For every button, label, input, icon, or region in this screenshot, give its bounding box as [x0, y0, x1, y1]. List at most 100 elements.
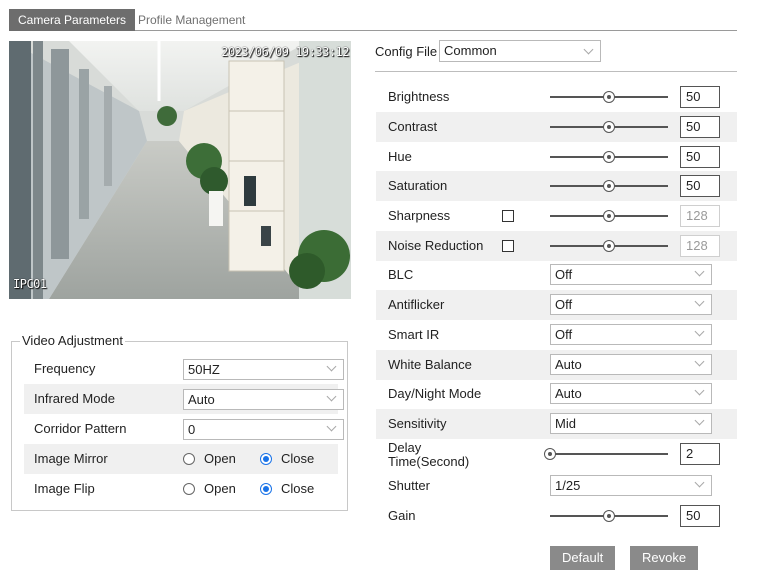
- sharpness-slider[interactable]: [550, 210, 668, 222]
- image-mirror-open-label: Open: [204, 451, 236, 466]
- white-balance-row: White Balance Auto: [376, 350, 737, 380]
- sensitivity-select[interactable]: Mid: [550, 413, 712, 434]
- brightness-row: Brightness 50: [376, 82, 737, 112]
- corridor-scene-image: [9, 41, 351, 299]
- hue-slider[interactable]: [550, 151, 668, 163]
- saturation-row: Saturation 50: [376, 171, 737, 201]
- slider-knob[interactable]: [603, 151, 615, 163]
- saturation-label: Saturation: [388, 178, 448, 193]
- white-balance-select[interactable]: Auto: [550, 354, 712, 375]
- corridor-pattern-row: Corridor Pattern 0: [24, 414, 344, 444]
- default-button[interactable]: Default: [550, 546, 616, 570]
- image-flip-close-radio[interactable]: [260, 483, 272, 495]
- slider-knob[interactable]: [603, 180, 615, 192]
- delay-time-label-line1: Delay: [388, 440, 422, 455]
- video-adjustment-group: Video Adjustment Frequency 50HZ Infrared…: [11, 333, 348, 511]
- frequency-label: Frequency: [34, 361, 96, 376]
- noise-reduction-slider[interactable]: [550, 240, 668, 252]
- white-balance-label: White Balance: [388, 357, 472, 372]
- infrared-mode-select[interactable]: Auto: [183, 389, 344, 410]
- hue-row: Hue 50: [376, 142, 737, 172]
- sharpness-checkbox[interactable]: [502, 210, 514, 222]
- revoke-button[interactable]: Revoke: [630, 546, 699, 570]
- video-adjustment-legend: Video Adjustment: [20, 333, 125, 348]
- gain-slider[interactable]: [550, 510, 668, 522]
- image-flip-close-label: Close: [281, 481, 315, 496]
- image-flip-row: Image Flip Open Close: [24, 474, 338, 504]
- image-flip-label: Image Flip: [34, 481, 95, 496]
- white-balance-value: Auto: [555, 357, 582, 372]
- chevron-down-icon: [583, 44, 594, 55]
- shutter-select[interactable]: 1/25: [550, 475, 712, 496]
- noise-reduction-input[interactable]: 128: [680, 235, 720, 257]
- image-mirror-label: Image Mirror: [34, 451, 108, 466]
- video-preview[interactable]: 2023/06/09 19:33:12 IPC01: [9, 41, 351, 299]
- antiflicker-select[interactable]: Off: [550, 294, 712, 315]
- frequency-select[interactable]: 50HZ: [183, 359, 344, 380]
- slider-knob[interactable]: [603, 240, 615, 252]
- blc-select[interactable]: Off: [550, 264, 712, 285]
- chevron-down-icon: [694, 415, 705, 426]
- image-flip-open-radio[interactable]: [183, 483, 195, 495]
- slider-knob[interactable]: [603, 510, 615, 522]
- chevron-down-icon: [694, 477, 705, 488]
- day-night-mode-value: Auto: [555, 386, 582, 401]
- image-mirror-row: Image Mirror Open Close: [24, 444, 338, 474]
- image-mirror-close-radio[interactable]: [260, 453, 272, 465]
- saturation-input[interactable]: 50: [680, 175, 720, 197]
- blc-label: BLC: [388, 267, 414, 282]
- corridor-pattern-select[interactable]: 0: [183, 419, 344, 440]
- brightness-slider[interactable]: [550, 91, 668, 103]
- image-mirror-open-radio[interactable]: [183, 453, 195, 465]
- day-night-mode-select[interactable]: Auto: [550, 383, 712, 404]
- chevron-down-icon: [326, 361, 337, 372]
- delay-time-slider[interactable]: [544, 448, 668, 460]
- sensitivity-value: Mid: [555, 416, 576, 431]
- delay-time-input[interactable]: 2: [680, 443, 720, 465]
- chevron-down-icon: [694, 356, 705, 367]
- delay-time-label-line2: Time(Second): [388, 454, 470, 469]
- slider-knob[interactable]: [603, 121, 615, 133]
- shutter-label: Shutter: [388, 478, 430, 493]
- brightness-label: Brightness: [388, 89, 450, 104]
- hue-input[interactable]: 50: [680, 146, 720, 168]
- tab-camera-parameters[interactable]: Camera Parameters: [9, 9, 136, 31]
- chevron-down-icon: [694, 266, 705, 277]
- blc-value: Off: [555, 267, 573, 282]
- antiflicker-label: Antiflicker: [388, 297, 445, 312]
- noise-reduction-checkbox[interactable]: [502, 240, 514, 252]
- smart-ir-select[interactable]: Off: [550, 324, 712, 345]
- shutter-row: Shutter 1/25: [376, 471, 737, 501]
- contrast-input[interactable]: 50: [680, 116, 720, 138]
- smart-ir-row: Smart IR Off: [376, 320, 737, 350]
- infrared-mode-label: Infrared Mode: [34, 391, 115, 406]
- image-mirror-close-label: Close: [281, 451, 315, 466]
- slider-knob[interactable]: [603, 91, 615, 103]
- sharpness-row: Sharpness 128: [376, 201, 737, 231]
- sharpness-input[interactable]: 128: [680, 205, 720, 227]
- gain-input[interactable]: 50: [680, 505, 720, 527]
- slider-knob[interactable]: [544, 448, 556, 460]
- smart-ir-label: Smart IR: [388, 327, 440, 342]
- chevron-down-icon: [694, 326, 705, 337]
- contrast-row: Contrast 50: [376, 112, 737, 142]
- delay-time-row: Delay Time(Second) 2: [376, 439, 737, 469]
- saturation-slider[interactable]: [550, 180, 668, 192]
- brightness-input[interactable]: 50: [680, 86, 720, 108]
- corridor-pattern-label: Corridor Pattern: [34, 421, 127, 436]
- config-file-label: Config File: [375, 44, 438, 59]
- slider-knob[interactable]: [603, 210, 615, 222]
- config-file-value: Common: [444, 43, 497, 58]
- sensitivity-row: Sensitivity Mid: [376, 409, 737, 439]
- osd-camera-name: IPC01: [13, 277, 47, 291]
- hue-label: Hue: [388, 149, 412, 164]
- gain-row: Gain 50: [376, 501, 737, 531]
- sharpness-label: Sharpness: [388, 208, 451, 223]
- smart-ir-value: Off: [555, 327, 573, 342]
- day-night-mode-row: Day/Night Mode Auto: [376, 379, 737, 409]
- tab-profile-management[interactable]: Profile Management: [129, 9, 254, 31]
- contrast-slider[interactable]: [550, 121, 668, 133]
- divider: [375, 71, 737, 72]
- config-file-select[interactable]: Common: [439, 40, 601, 62]
- image-flip-open-label: Open: [204, 481, 236, 496]
